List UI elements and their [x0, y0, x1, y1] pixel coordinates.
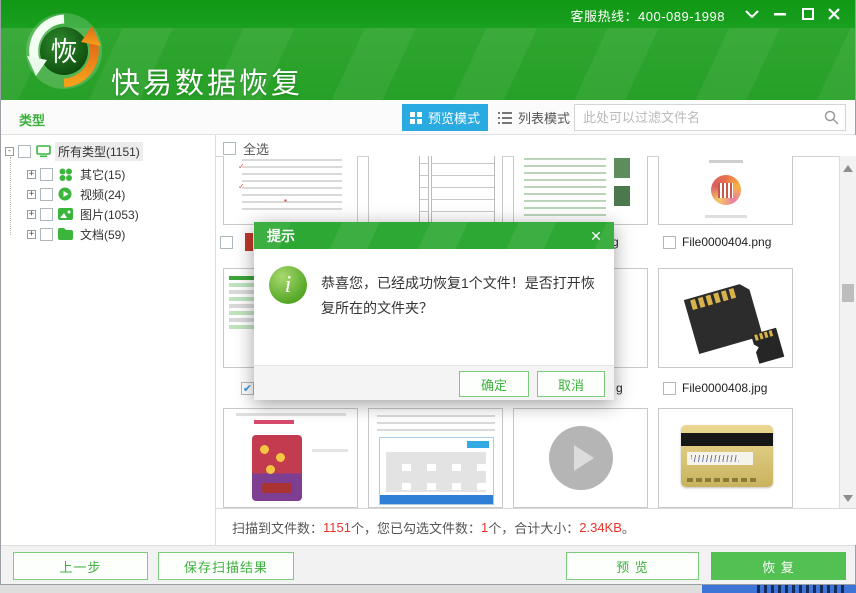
dialog-titlebar: 提示 ✕ — [254, 222, 614, 249]
tree-item-label: 视频(24) — [77, 185, 128, 204]
tree-connector — [10, 157, 11, 235]
checked-count: 1 — [481, 520, 488, 535]
dialog-message: 恭喜您，已经成功恢复1个文件！是否打开恢复所在的文件夹？ — [321, 271, 603, 321]
tree-item-documents[interactable]: + 文档(59) — [27, 225, 128, 243]
recover-button[interactable]: 恢 复 — [711, 552, 846, 580]
thumbnail-software-screenshot[interactable] — [368, 408, 503, 508]
type-panel-label: 类型 — [19, 110, 45, 129]
save-scan-result-button[interactable]: 保存扫描结果 — [158, 552, 294, 580]
hotline-text: 客服热线：400-089-1998 — [571, 6, 725, 25]
documents-checkbox[interactable] — [40, 228, 53, 241]
scrollbar-thumb[interactable] — [842, 284, 854, 302]
expand-icon[interactable]: + — [27, 190, 36, 199]
thumbnail-red-promo-screenshot[interactable] — [223, 408, 358, 508]
tree-item-videos[interactable]: + 视频(24) — [27, 185, 128, 203]
close-button[interactable] — [823, 4, 845, 24]
dialog-title: 提示 — [267, 226, 295, 246]
grid-dots-icon — [57, 167, 73, 181]
dialog-footer: 确定 取消 — [254, 365, 614, 400]
tree-item-label: 文档(59) — [77, 225, 128, 244]
search-icon[interactable] — [824, 110, 839, 125]
file-item[interactable] — [220, 234, 233, 250]
vertical-scrollbar[interactable] — [839, 156, 856, 508]
dialog-body: i 恭喜您，已经成功恢复1个文件！是否打开恢复所在的文件夹？ — [254, 249, 614, 365]
all-types-checkbox[interactable] — [18, 145, 31, 158]
back-button[interactable]: 上一步 — [13, 552, 148, 580]
status-text: 扫描到文件数： — [232, 518, 323, 537]
file-checkbox[interactable] — [220, 236, 233, 249]
tree-item-label: 其它(15) — [77, 165, 128, 184]
tree-item-pictures[interactable]: + 图片(1053) — [27, 205, 142, 223]
status-bar: 扫描到文件数：1151个，您已勾选文件数：1个，合计大小：2.34KB。 — [216, 508, 856, 545]
computer-icon — [35, 144, 51, 158]
maximize-button[interactable] — [797, 4, 819, 24]
thumbnail-text-document[interactable]: ✓ ✓ ▪ — [223, 156, 358, 225]
play-icon — [549, 426, 613, 490]
cancel-button[interactable]: 取消 — [537, 371, 605, 397]
minimize-button[interactable] — [769, 4, 791, 24]
file-item[interactable]: File0000408.jpg — [663, 380, 767, 396]
file-item-checked[interactable]: ✔ — [241, 380, 254, 396]
tree-item-all-types[interactable]: - 所有类型(1151) — [5, 142, 143, 160]
collapse-icon[interactable]: - — [5, 147, 14, 156]
total-size: 2.34KB — [579, 520, 622, 535]
footer-bar: 上一步 保存扫描结果 预 览 恢 复 — [1, 545, 855, 584]
filename-filter-input[interactable] — [583, 105, 813, 130]
file-name: File0000404.png — [682, 235, 771, 249]
file-item[interactable]: File0000404.png — [663, 234, 771, 250]
expand-icon[interactable]: + — [27, 230, 36, 239]
thumbnail-article-page[interactable] — [513, 156, 648, 225]
preview-mode-label: 预览模式 — [428, 108, 480, 127]
grid-view-icon — [410, 112, 422, 124]
info-icon: i — [269, 266, 307, 304]
message-dialog: 提示 ✕ i 恭喜您，已经成功恢复1个文件！是否打开恢复所在的文件夹？ 确定 取… — [254, 222, 614, 400]
picture-icon — [57, 207, 73, 221]
video-play-icon — [57, 187, 73, 201]
scanned-count: 1151 — [323, 520, 351, 535]
thumbnail-qr-code-page[interactable] — [658, 156, 793, 225]
thumbnail-bank-card-photo[interactable] — [658, 408, 793, 508]
preview-mode-button[interactable]: 预览模式 — [402, 104, 488, 131]
thumbnail-sd-card-photo[interactable] — [658, 268, 793, 368]
app-window: 客服热线：400-089-1998 恢 快易数据 — [0, 0, 856, 585]
list-view-icon — [498, 112, 512, 124]
expand-icon[interactable]: + — [27, 170, 36, 179]
thumbnail-table-document[interactable] — [368, 156, 503, 225]
desktop-background-strip — [0, 585, 702, 593]
app-logo-icon: 恢 — [23, 10, 105, 92]
type-tree-panel: - 所有类型(1151) + 其它(15) + 视频(24) + — [1, 135, 216, 545]
filename-filter — [574, 104, 846, 131]
tree-item-label: 图片(1053) — [77, 205, 142, 224]
pictures-checkbox[interactable] — [40, 208, 53, 221]
app-title: 快易数据恢复 — [111, 60, 303, 102]
scroll-up-arrow-icon[interactable] — [843, 165, 853, 172]
list-mode-button[interactable]: 列表模式 — [495, 104, 573, 131]
titlebar: 客服热线：400-089-1998 — [1, 0, 855, 28]
file-checkbox-checked[interactable]: ✔ — [241, 382, 254, 395]
expand-icon[interactable]: + — [27, 210, 36, 219]
toolbar: 类型 预览模式 列表模式 — [1, 100, 855, 135]
preview-button[interactable]: 预 览 — [566, 552, 699, 580]
scroll-down-arrow-icon[interactable] — [843, 495, 853, 502]
tree-item-others[interactable]: + 其它(15) — [27, 165, 128, 183]
ok-button[interactable]: 确定 — [459, 371, 529, 397]
others-checkbox[interactable] — [40, 168, 53, 181]
chevron-down-icon[interactable] — [741, 4, 763, 24]
tree-item-label: 所有类型(1151) — [55, 142, 143, 161]
dialog-close-icon[interactable]: ✕ — [587, 227, 605, 245]
videos-checkbox[interactable] — [40, 188, 53, 201]
list-mode-label: 列表模式 — [518, 108, 570, 127]
file-name: File0000408.jpg — [682, 381, 767, 395]
thumb-fragment — [245, 233, 253, 251]
select-all-checkbox[interactable] — [223, 142, 236, 155]
background-window-strip — [702, 585, 856, 593]
folder-icon — [57, 227, 73, 241]
svg-text:恢: 恢 — [51, 37, 78, 67]
file-checkbox[interactable] — [663, 236, 676, 249]
thumbnail-video-placeholder[interactable] — [513, 408, 648, 508]
file-name-fragment: g — [616, 380, 623, 396]
file-checkbox[interactable] — [663, 382, 676, 395]
